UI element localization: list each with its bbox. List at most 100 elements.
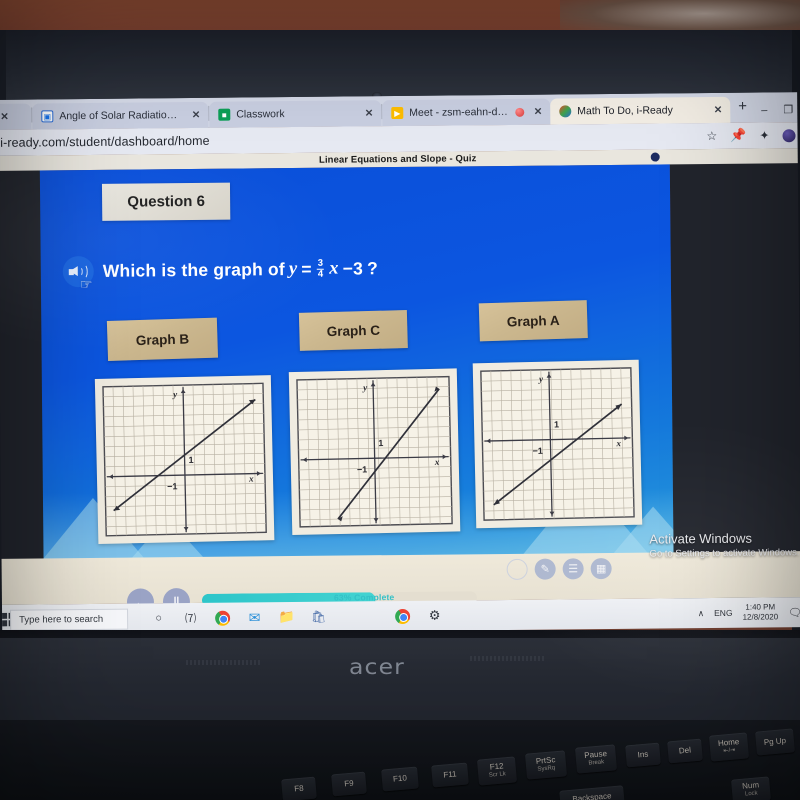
key-f10[interactable]: F10: [381, 766, 419, 792]
url-text[interactable]: n.i-ready.com/student/dashboard/home: [0, 134, 210, 150]
background-desk-objects: [560, 0, 800, 34]
key-delete[interactable]: Del: [667, 738, 703, 764]
question-text: Which is the graph of y = 3 4 x −3 ?: [103, 258, 378, 282]
classroom-icon: ■: [218, 108, 231, 121]
laptop-screen: ✕ ▣ Angle of Solar Radiation and T… ✕ ■ …: [0, 92, 800, 640]
notification-center-icon[interactable]: 🗨: [788, 606, 800, 619]
key-f9[interactable]: F9: [331, 771, 367, 797]
browser-tab-0[interactable]: ✕: [0, 103, 32, 130]
svg-text:x: x: [434, 457, 440, 467]
tab-close-icon[interactable]: ✕: [192, 109, 200, 120]
svg-text:1: 1: [189, 455, 194, 465]
key-home[interactable]: Home ⇤/⇥: [708, 732, 750, 762]
omnibox-icon-group: ☆ 📌 ✦: [706, 127, 800, 144]
browser-tab-1[interactable]: ▣ Angle of Solar Radiation and T… ✕: [32, 101, 209, 130]
pencil-tool[interactable]: ✎: [534, 558, 556, 580]
microsoft-store-icon[interactable]: 🛍: [310, 608, 327, 625]
meet-icon: ▶: [391, 106, 404, 120]
tab-close-icon[interactable]: ✕: [365, 108, 373, 119]
option-label-graph-b[interactable]: Graph B: [106, 317, 219, 361]
question-number-label: Question 6: [127, 192, 205, 211]
minimize-button[interactable]: –: [761, 104, 767, 116]
chrome-icon-active[interactable]: [394, 607, 411, 624]
browser-tab-4-active[interactable]: Math To Do, i-Ready ✕: [550, 96, 731, 125]
tray-language[interactable]: ENG: [714, 608, 733, 618]
tab-title: Math To Do, i-Ready: [577, 104, 673, 118]
svg-text:x: x: [615, 438, 621, 448]
slides-icon: ▣: [41, 110, 54, 123]
chrome-icon[interactable]: [214, 609, 231, 626]
photo-scene: ✕ ▣ Angle of Solar Radiation and T… ✕ ■ …: [0, 0, 800, 800]
svg-text:−1: −1: [533, 446, 543, 456]
svg-text:−1: −1: [167, 481, 177, 491]
option-label-graph-a[interactable]: Graph A: [478, 300, 588, 342]
option-label-text: Graph A: [506, 312, 560, 330]
pin-icon[interactable]: 📌: [730, 128, 746, 144]
maximize-button[interactable]: ❐: [783, 103, 793, 116]
equation-y: y: [288, 258, 298, 280]
tray-date: 12/8/2020: [742, 612, 779, 622]
graph-option-a[interactable]: y x 1 −1: [472, 359, 643, 529]
search-input[interactable]: Type here to search: [10, 608, 129, 631]
browser-tab-3[interactable]: ▶ Meet - zsm-eahn-dud ✕: [382, 98, 551, 127]
svg-text:x: x: [248, 474, 254, 484]
sticky-note-tool[interactable]: [506, 558, 528, 580]
svg-text:1: 1: [554, 419, 559, 429]
key-pause[interactable]: Pause Break: [574, 744, 618, 774]
acer-brand-logo: acer: [349, 655, 405, 679]
graph-b-svg: y x 1 −1: [102, 382, 267, 537]
equation-fraction: 3 4: [316, 258, 325, 280]
tab-close-icon[interactable]: ✕: [714, 104, 722, 115]
extensions-icon[interactable]: ✦: [759, 128, 769, 142]
key-backspace[interactable]: Backspace: [559, 785, 625, 800]
svg-text:1: 1: [378, 438, 383, 448]
graph-option-c[interactable]: y x 1 −1: [288, 368, 461, 536]
tray-time: 1:40 PM: [745, 602, 776, 612]
profile-avatar[interactable]: [782, 128, 796, 142]
key-insert[interactable]: Ins: [625, 742, 661, 768]
mail-icon[interactable]: ✉: [246, 609, 263, 626]
browser-tab-2[interactable]: ■ Classwork ✕: [209, 100, 382, 128]
question-prefix: Which is the graph of: [102, 259, 285, 281]
key-f12[interactable]: F12 Scr Lk: [476, 756, 518, 786]
svg-text:−1: −1: [357, 464, 367, 474]
option-label-text: Graph B: [135, 330, 190, 348]
key-prtsc[interactable]: PrtSc SysRq: [524, 750, 568, 780]
cortana-icon[interactable]: ○: [150, 610, 167, 627]
question-row: ☞ Which is the graph of y = 3 4 x −3 ?: [62, 253, 378, 292]
tray-clock[interactable]: 1:40 PM 12/8/2020: [742, 602, 779, 622]
activate-windows-watermark: Activate Windows Go to Settings to activ…: [649, 530, 800, 560]
option-label-text: Graph C: [326, 322, 381, 339]
system-tray: ∧ ENG 1:40 PM 12/8/2020 🗨: [698, 602, 800, 623]
option-label-graph-c[interactable]: Graph C: [298, 309, 408, 351]
key-f11[interactable]: F11: [431, 762, 469, 788]
new-tab-button[interactable]: +: [730, 98, 755, 118]
speaker-grill-left: [186, 660, 260, 665]
watermark-subtitle: Go to Settings to activate Windows.: [649, 547, 800, 560]
equation-equals: =: [301, 258, 312, 279]
speaker-icon[interactable]: ☞: [62, 255, 94, 292]
graph-option-b[interactable]: y x 1 −1: [94, 375, 275, 544]
laptop-top-bezel: [0, 30, 800, 100]
quiz-content-area: Question 6 ☞ Which is the graph of y = 3…: [39, 164, 674, 571]
equation-x: x: [329, 258, 339, 279]
notebook-tool[interactable]: ☰: [562, 558, 584, 580]
quiz-tools-group: ✎ ☰ ▦: [506, 557, 612, 580]
tab-close-icon[interactable]: ✕: [534, 106, 542, 117]
star-icon[interactable]: ☆: [706, 129, 717, 143]
speaker-grill-right: [470, 656, 544, 661]
settings-gear-icon[interactable]: ⚙: [426, 607, 443, 624]
tray-chevron-icon[interactable]: ∧: [698, 608, 704, 619]
tab-recording-indicator-icon: [514, 107, 524, 117]
quiz-header-menu-button[interactable]: [650, 152, 660, 162]
tab-title: Angle of Solar Radiation and T…: [59, 109, 182, 123]
task-view-icon[interactable]: ⑺: [182, 609, 199, 626]
key-f8[interactable]: F8: [281, 776, 317, 800]
key-pgup[interactable]: Pg Up: [755, 728, 795, 756]
file-explorer-icon[interactable]: 📁: [278, 609, 295, 626]
equation-constant: −3: [342, 258, 364, 279]
key-numlock[interactable]: Num Lock: [731, 776, 771, 800]
calculator-tool[interactable]: ▦: [590, 557, 612, 580]
equation-question-mark: ?: [366, 258, 379, 279]
tab-close-icon[interactable]: ✕: [0, 111, 8, 122]
